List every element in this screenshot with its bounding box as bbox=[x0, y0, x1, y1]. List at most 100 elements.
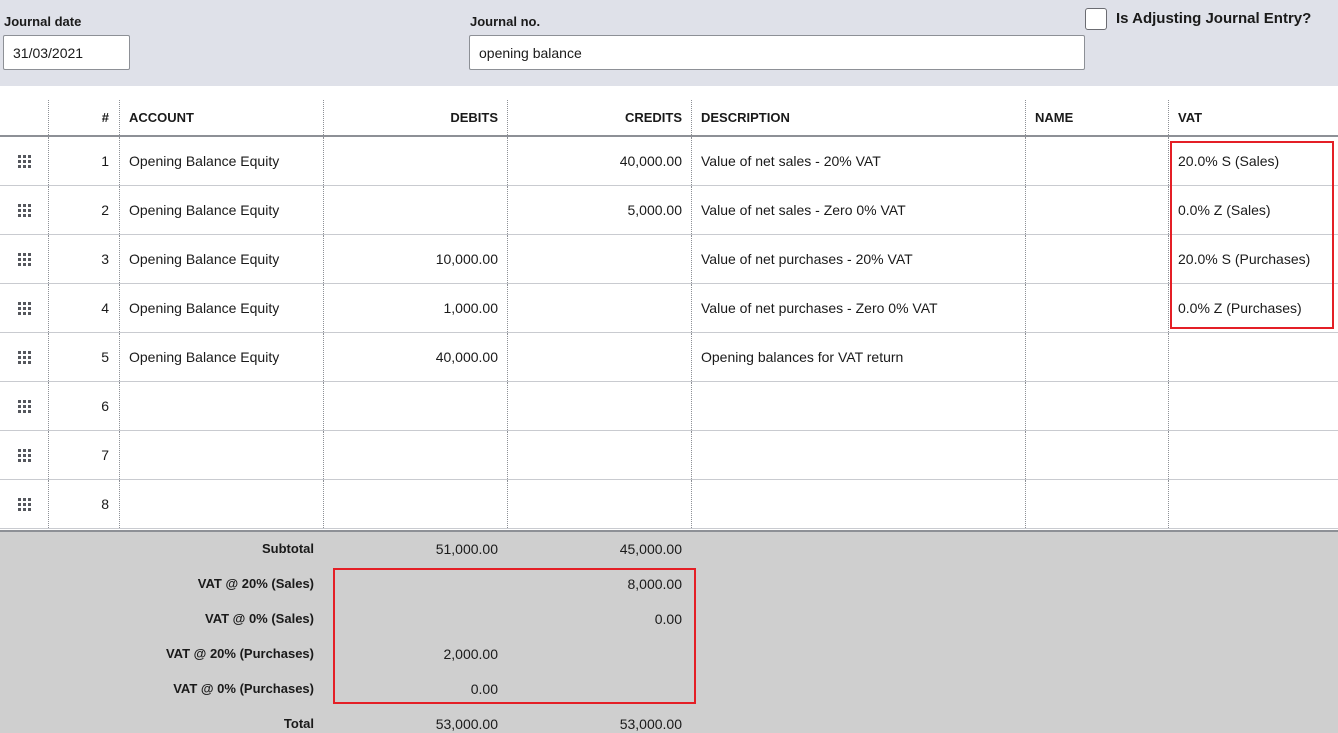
vat-cell[interactable] bbox=[1169, 382, 1338, 430]
summary-label: Subtotal bbox=[262, 541, 314, 556]
drag-handle-icon[interactable] bbox=[0, 186, 48, 234]
drag-handle-icon[interactable] bbox=[0, 284, 48, 332]
vat-cell[interactable]: 0.0% Z (Sales) bbox=[1169, 186, 1338, 234]
account-cell[interactable] bbox=[120, 431, 323, 479]
table-header-row: # ACCOUNT DEBITS CREDITS DESCRIPTION NAM… bbox=[0, 100, 1338, 137]
summary-debit: 0.00 bbox=[470, 681, 498, 697]
summary-label: VAT @ 0% (Sales) bbox=[204, 611, 314, 626]
summary-label: VAT @ 0% (Purchases) bbox=[173, 681, 314, 696]
journal-header: Journal date Journal no. Is Adjusting Jo… bbox=[0, 0, 1338, 86]
credit-cell[interactable]: 5,000.00 bbox=[508, 186, 691, 234]
summary-row: Subtotal 51,000.00 45,000.00 bbox=[0, 541, 700, 561]
name-cell[interactable] bbox=[1026, 382, 1168, 430]
account-cell[interactable]: Opening Balance Equity bbox=[120, 186, 323, 234]
line-number: 6 bbox=[101, 398, 109, 414]
table-row[interactable]: 6 bbox=[0, 382, 1338, 431]
table-row[interactable]: 2 Opening Balance Equity 5,000.00 Value of … bbox=[0, 186, 1338, 235]
credit-cell[interactable] bbox=[508, 235, 691, 283]
adjusting-entry-label: Is Adjusting Journal Entry? bbox=[1116, 10, 1312, 27]
description-cell[interactable] bbox=[692, 480, 1025, 528]
drag-handle-icon[interactable] bbox=[0, 382, 48, 430]
debit-cell[interactable] bbox=[324, 137, 507, 185]
account-cell[interactable]: Opening Balance Equity bbox=[120, 333, 323, 381]
column-header-account: ACCOUNT bbox=[129, 110, 194, 125]
journal-summary: Subtotal 51,000.00 45,000.00 VAT @ 20% (Sal… bbox=[0, 530, 1338, 733]
column-header-number: # bbox=[101, 110, 109, 125]
summary-credit: 0.00 bbox=[654, 611, 682, 627]
summary-credit: 53,000.00 bbox=[619, 716, 682, 732]
table-row[interactable]: 3 Opening Balance Equity 10,000.00 Value of… bbox=[0, 235, 1338, 284]
description-cell[interactable]: Opening balances for VAT return bbox=[692, 333, 1025, 381]
description-cell[interactable]: Value of net sales - Zero 0% VAT bbox=[692, 186, 1025, 234]
debit-cell[interactable]: 40,000.00 bbox=[324, 333, 507, 381]
table-row[interactable]: 7 bbox=[0, 431, 1338, 480]
journal-lines-table: # ACCOUNT DEBITS CREDITS DESCRIPTION NAM… bbox=[0, 100, 1338, 529]
credit-cell[interactable] bbox=[508, 431, 691, 479]
line-number: 2 bbox=[101, 202, 109, 218]
line-number: 8 bbox=[101, 496, 109, 512]
journal-date-label: Journal date bbox=[4, 14, 82, 29]
table-row[interactable]: 5 Opening Balance Equity 40,000.00 Opening … bbox=[0, 333, 1338, 382]
account-cell[interactable]: Opening Balance Equity bbox=[120, 137, 323, 185]
name-cell[interactable] bbox=[1026, 186, 1168, 234]
column-header-credits: CREDITS bbox=[624, 110, 682, 125]
line-number: 3 bbox=[101, 251, 109, 267]
debit-cell[interactable]: 1,000.00 bbox=[324, 284, 507, 332]
drag-handle-icon[interactable] bbox=[0, 333, 48, 381]
credit-cell[interactable] bbox=[508, 333, 691, 381]
description-cell[interactable]: Value of net sales - 20% VAT bbox=[692, 137, 1025, 185]
summary-label: VAT @ 20% (Purchases) bbox=[165, 646, 314, 661]
description-cell[interactable] bbox=[692, 431, 1025, 479]
journal-no-input[interactable] bbox=[469, 35, 1085, 70]
vat-cell[interactable] bbox=[1169, 333, 1338, 381]
drag-handle-icon[interactable] bbox=[0, 235, 48, 283]
column-header-drag bbox=[0, 100, 48, 135]
summary-debit: 51,000.00 bbox=[435, 541, 498, 557]
vat-cell[interactable]: 20.0% S (Purchases) bbox=[1169, 235, 1338, 283]
vat-cell[interactable] bbox=[1169, 431, 1338, 479]
line-number: 1 bbox=[101, 153, 109, 169]
summary-row: VAT @ 20% (Purchases) 2,000.00 bbox=[0, 646, 700, 666]
credit-cell[interactable]: 40,000.00 bbox=[508, 137, 691, 185]
line-number: 7 bbox=[101, 447, 109, 463]
summary-credit: 45,000.00 bbox=[619, 541, 682, 557]
vat-cell[interactable]: 0.0% Z (Purchases) bbox=[1169, 284, 1338, 332]
name-cell[interactable] bbox=[1026, 284, 1168, 332]
vat-cell[interactable] bbox=[1169, 480, 1338, 528]
description-cell[interactable]: Value of net purchases - 20% VAT bbox=[692, 235, 1025, 283]
account-cell[interactable]: Opening Balance Equity bbox=[120, 235, 323, 283]
name-cell[interactable] bbox=[1026, 137, 1168, 185]
column-header-vat: VAT bbox=[1178, 110, 1203, 125]
journal-date-input[interactable] bbox=[3, 35, 130, 70]
debit-cell[interactable] bbox=[324, 382, 507, 430]
name-cell[interactable] bbox=[1026, 480, 1168, 528]
name-cell[interactable] bbox=[1026, 431, 1168, 479]
debit-cell[interactable] bbox=[324, 431, 507, 479]
credit-cell[interactable] bbox=[508, 382, 691, 430]
drag-handle-icon[interactable] bbox=[0, 480, 48, 528]
summary-debit: 2,000.00 bbox=[443, 646, 499, 662]
column-header-name: NAME bbox=[1035, 110, 1074, 125]
table-row[interactable]: 8 bbox=[0, 480, 1338, 529]
credit-cell[interactable] bbox=[508, 284, 691, 332]
account-cell[interactable]: Opening Balance Equity bbox=[120, 284, 323, 332]
summary-credit: 8,000.00 bbox=[627, 576, 683, 592]
drag-handle-icon[interactable] bbox=[0, 431, 48, 479]
table-row[interactable]: 1 Opening Balance Equity 40,000.00 Value of… bbox=[0, 137, 1338, 186]
summary-row: VAT @ 0% (Sales) 0.00 bbox=[0, 611, 700, 631]
adjusting-entry-checkbox[interactable] bbox=[1085, 8, 1107, 30]
credit-cell[interactable] bbox=[508, 480, 691, 528]
debit-cell[interactable]: 10,000.00 bbox=[324, 235, 507, 283]
journal-no-label: Journal no. bbox=[470, 14, 541, 29]
description-cell[interactable] bbox=[692, 382, 1025, 430]
debit-cell[interactable] bbox=[324, 480, 507, 528]
account-cell[interactable] bbox=[120, 382, 323, 430]
debit-cell[interactable] bbox=[324, 186, 507, 234]
account-cell[interactable] bbox=[120, 480, 323, 528]
description-cell[interactable]: Value of net purchases - Zero 0% VAT bbox=[692, 284, 1025, 332]
vat-cell[interactable]: 20.0% S (Sales) bbox=[1169, 137, 1338, 185]
table-row[interactable]: 4 Opening Balance Equity 1,000.00 Value of … bbox=[0, 284, 1338, 333]
name-cell[interactable] bbox=[1026, 235, 1168, 283]
drag-handle-icon[interactable] bbox=[0, 137, 48, 185]
name-cell[interactable] bbox=[1026, 333, 1168, 381]
